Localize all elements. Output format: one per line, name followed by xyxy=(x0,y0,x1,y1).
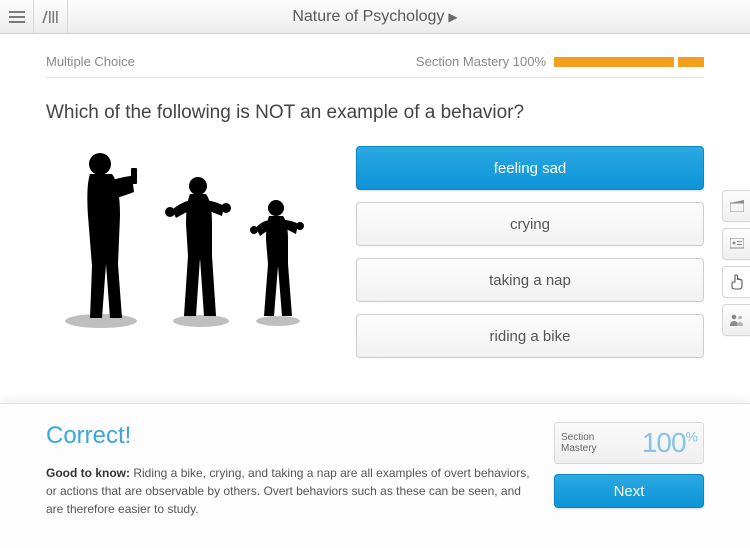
mastery-wrap: Section Mastery 100% xyxy=(416,54,704,69)
rail-video-button[interactable] xyxy=(722,190,750,222)
app-logo-icon xyxy=(42,10,60,24)
feedback-panel: Correct! Good to know: Riding a bike, cr… xyxy=(0,403,750,548)
question-text: Which of the following is NOT an example… xyxy=(46,102,704,124)
meta-row: Multiple Choice Section Mastery 100% xyxy=(46,54,704,78)
mastery-bar xyxy=(554,57,704,67)
question-illustration xyxy=(46,146,356,358)
rail-interact-button[interactable] xyxy=(722,266,750,298)
answer-option[interactable]: crying xyxy=(356,202,704,246)
answer-option[interactable]: taking a nap xyxy=(356,258,704,302)
mastery-segment xyxy=(554,57,674,67)
play-icon: ▶ xyxy=(448,10,457,24)
answer-option[interactable]: feeling sad xyxy=(356,146,704,190)
mastery-box: Section Mastery 100% xyxy=(554,422,704,464)
answer-option[interactable]: riding a bike xyxy=(356,314,704,358)
mastery-segment xyxy=(678,57,704,67)
question-type-label: Multiple Choice xyxy=(46,54,135,69)
pointer-icon xyxy=(730,274,744,290)
silhouette-icon xyxy=(46,146,346,346)
mastery-percent: 100% xyxy=(642,427,697,459)
side-rail xyxy=(722,190,750,336)
rail-slides-button[interactable] xyxy=(722,228,750,260)
app-logo-button[interactable] xyxy=(34,0,68,34)
next-button[interactable]: Next xyxy=(554,474,704,508)
mastery-label: Section Mastery 100% xyxy=(416,54,546,69)
rail-people-button[interactable] xyxy=(722,304,750,336)
hamburger-icon xyxy=(9,11,25,23)
menu-button[interactable] xyxy=(0,0,34,34)
page-title: Nature of Psychology xyxy=(292,8,444,26)
content-area: Multiple Choice Section Mastery 100% Whi… xyxy=(0,34,750,358)
feedback-title: Correct! xyxy=(46,422,534,450)
feedback-body: Good to know: Riding a bike, crying, and… xyxy=(46,464,534,518)
clapperboard-icon xyxy=(730,200,744,212)
people-icon xyxy=(729,314,745,326)
toolbar: Nature of Psychology ▶ xyxy=(0,0,750,34)
presentation-icon xyxy=(730,238,744,250)
answer-list: feeling sad crying taking a nap riding a… xyxy=(356,146,704,358)
